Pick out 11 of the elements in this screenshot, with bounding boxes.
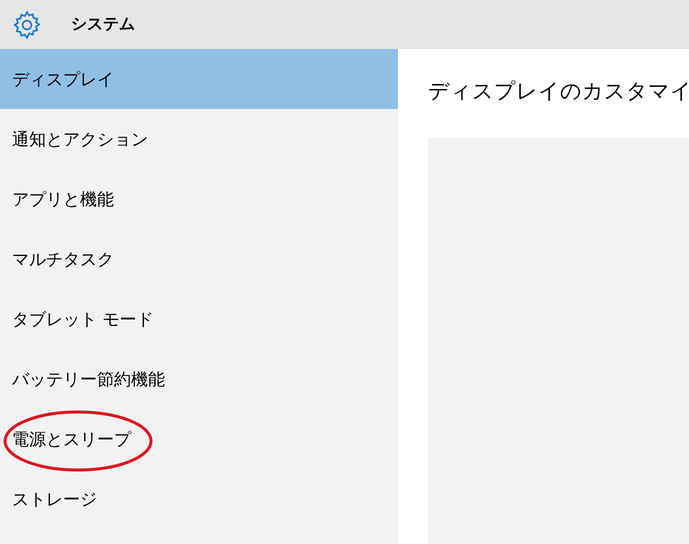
sidebar-item[interactable]: アプリと機能	[0, 169, 398, 229]
sidebar-item[interactable]: マルチタスク	[0, 229, 398, 289]
sidebar-item[interactable]: ストレージ	[0, 469, 398, 529]
sidebar-item[interactable]: バッテリー節約機能	[0, 349, 398, 409]
sidebar-item[interactable]: タブレット モード	[0, 289, 398, 349]
sidebar-item[interactable]: 電源とスリープ	[0, 409, 398, 469]
window-title: システム	[71, 14, 135, 35]
sidebar-item[interactable]: 通知とアクション	[0, 109, 398, 169]
settings-icon	[11, 8, 43, 40]
page-heading: ディスプレイのカスタマイ	[428, 78, 689, 105]
sidebar-item[interactable]: ディスプレイ	[0, 49, 398, 109]
